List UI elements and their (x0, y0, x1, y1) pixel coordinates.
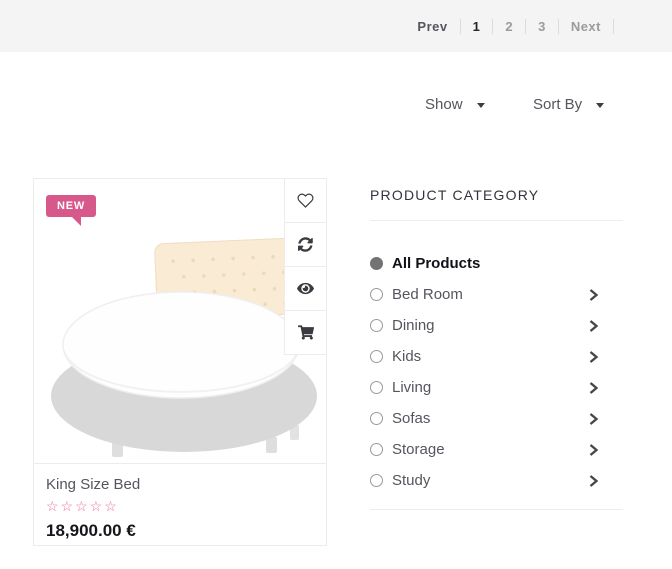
radio-selected-icon[interactable] (370, 257, 383, 270)
chevron-right-icon[interactable] (589, 320, 598, 332)
category-list: All Products Bed Room Dining Kids (370, 248, 623, 496)
pagination-separator (558, 19, 559, 34)
show-dropdown[interactable]: Show (425, 96, 485, 113)
new-badge: NEW (46, 195, 96, 217)
cart-icon (298, 325, 314, 340)
divider (370, 509, 623, 510)
show-dropdown-label: Show (425, 96, 463, 113)
product-image[interactable]: NEW (34, 179, 326, 463)
quick-view-button[interactable] (285, 267, 326, 311)
chevron-right-icon[interactable] (589, 382, 598, 394)
category-label: Bed Room (392, 286, 589, 303)
radio-icon[interactable] (370, 350, 383, 363)
category-item-study[interactable]: Study (370, 465, 623, 496)
product-info: King Size Bed ☆☆☆☆☆ 18,900.00 € (34, 464, 326, 541)
sort-by-dropdown[interactable]: Sort By (533, 96, 604, 113)
sidebar-heading: PRODUCT CATEGORY (370, 178, 623, 203)
radio-icon[interactable] (370, 319, 383, 332)
pagination-next[interactable]: Next (571, 19, 601, 34)
chevron-right-icon[interactable] (589, 413, 598, 425)
category-label: All Products (392, 255, 623, 272)
chevron-right-icon[interactable] (589, 475, 598, 487)
radio-icon[interactable] (370, 381, 383, 394)
pagination-page-2[interactable]: 2 (505, 19, 513, 34)
category-item-storage[interactable]: Storage (370, 434, 623, 465)
category-label: Dining (392, 317, 589, 334)
pagination-page-1[interactable]: 1 (473, 19, 481, 34)
heart-icon (297, 192, 314, 209)
category-item-bed-room[interactable]: Bed Room (370, 279, 623, 310)
pagination-separator (613, 19, 614, 34)
category-label: Storage (392, 441, 589, 458)
eye-icon (297, 281, 314, 296)
add-to-cart-button[interactable] (285, 311, 326, 355)
chevron-right-icon[interactable] (589, 444, 598, 456)
divider (370, 220, 623, 221)
chevron-right-icon[interactable] (589, 351, 598, 363)
pagination-separator (525, 19, 526, 34)
pagination-prev[interactable]: Prev (417, 19, 447, 34)
pagination-separator (460, 19, 461, 34)
category-label: Living (392, 379, 589, 396)
category-item-sofas[interactable]: Sofas (370, 403, 623, 434)
pagination-separator (492, 19, 493, 34)
wishlist-button[interactable] (285, 179, 326, 223)
pagination-page-3[interactable]: 3 (538, 19, 546, 34)
refresh-icon (298, 237, 313, 252)
product-card[interactable]: NEW (33, 178, 327, 546)
radio-icon[interactable] (370, 443, 383, 456)
radio-icon[interactable] (370, 412, 383, 425)
radio-icon[interactable] (370, 288, 383, 301)
rating-stars-icon[interactable]: ☆☆☆☆☆ (46, 498, 314, 515)
category-sidebar: PRODUCT CATEGORY All Products Bed Room D… (370, 178, 623, 510)
category-item-living[interactable]: Living (370, 372, 623, 403)
category-item-all-products[interactable]: All Products (370, 248, 623, 279)
radio-icon[interactable] (370, 474, 383, 487)
chevron-right-icon[interactable] (589, 289, 598, 301)
category-label: Study (392, 472, 589, 489)
pagination: Prev 1 2 3 Next (417, 19, 626, 34)
category-label: Sofas (392, 410, 589, 427)
category-item-dining[interactable]: Dining (370, 310, 623, 341)
product-listing-page: Prev 1 2 3 Next Show Sort By (0, 0, 672, 569)
product-price: 18,900.00 € (46, 521, 314, 541)
chevron-down-icon (596, 103, 604, 108)
product-actions (284, 179, 326, 355)
compare-button[interactable] (285, 223, 326, 267)
listing-toolbar: Show Sort By (0, 52, 672, 142)
chevron-down-icon (477, 103, 485, 108)
pagination-bar: Prev 1 2 3 Next (0, 0, 672, 52)
product-title[interactable]: King Size Bed (46, 476, 314, 493)
category-item-kids[interactable]: Kids (370, 341, 623, 372)
category-label: Kids (392, 348, 589, 365)
sort-by-dropdown-label: Sort By (533, 96, 582, 113)
